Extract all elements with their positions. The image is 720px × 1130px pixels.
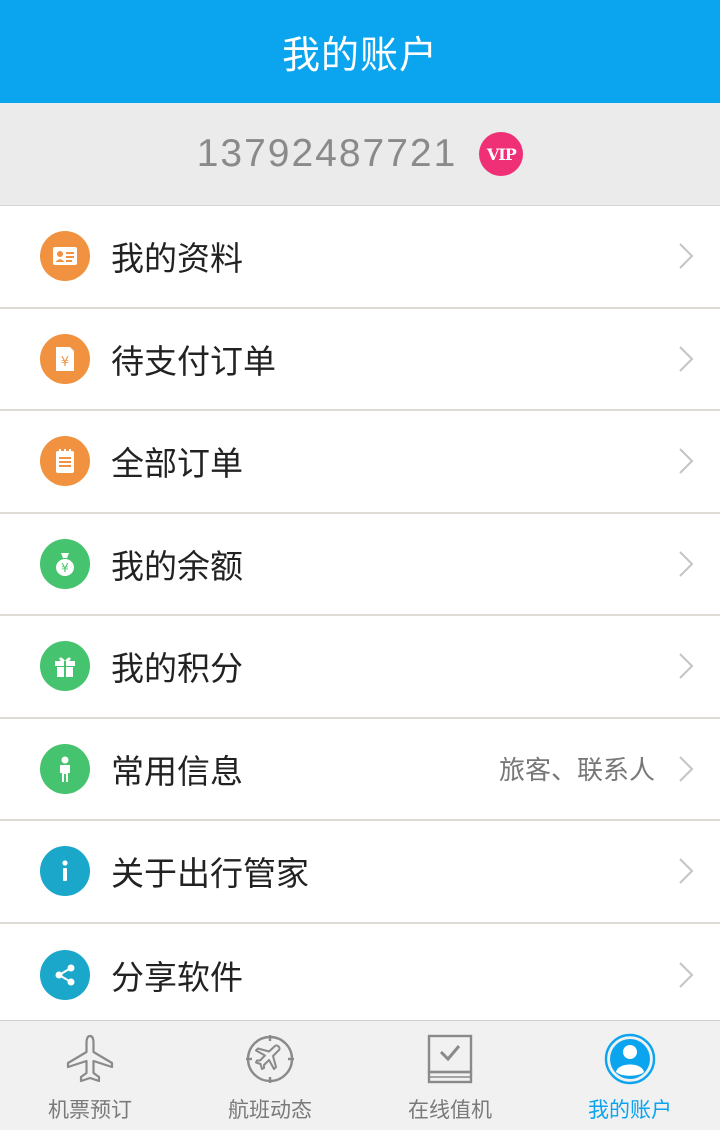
menu-label: 全部订单 — [111, 444, 243, 484]
chevron-right-icon — [679, 756, 694, 782]
chevron-right-icon — [679, 243, 694, 269]
chevron-right-icon — [679, 448, 694, 474]
chevron-right-icon — [679, 346, 694, 372]
chevron-right-icon — [679, 962, 694, 988]
chevron-right-icon — [679, 858, 694, 884]
menu-item-share[interactable]: 分享软件 — [0, 923, 720, 1026]
bottom-tab-bar: 机票预订 航班动态 在线值机 我的账户 — [0, 1020, 720, 1130]
menu-item-unpaid-orders[interactable]: ¥ 待支付订单 — [0, 308, 720, 411]
unpaid-bill-icon: ¥ — [40, 333, 90, 384]
account-phone: 13792487721 — [196, 132, 458, 175]
menu-item-points[interactable]: 我的积分 — [0, 616, 720, 719]
tab-label: 航班动态 — [228, 1098, 312, 1122]
chevron-right-icon — [679, 551, 694, 577]
tab-online-checkin[interactable]: 在线值机 — [360, 1021, 540, 1130]
tab-label: 我的账户 — [588, 1098, 672, 1122]
info-icon — [40, 846, 90, 897]
flight-compass-icon — [246, 1035, 294, 1083]
checkin-icon — [427, 1034, 473, 1084]
header: 我的账户 — [0, 0, 720, 103]
menu-item-about[interactable]: 关于出行管家 — [0, 821, 720, 924]
tab-label: 在线值机 — [408, 1098, 492, 1122]
profile-card-icon — [40, 231, 90, 282]
chevron-right-icon — [679, 653, 694, 679]
svg-text:¥: ¥ — [61, 561, 69, 575]
menu-label: 待支付订单 — [111, 341, 276, 381]
plane-icon — [66, 1034, 114, 1083]
page-title: 我的账户 — [281, 33, 438, 77]
vip-badge: VIP — [479, 132, 524, 176]
account-icon — [604, 1033, 656, 1085]
menu-label: 关于出行管家 — [111, 854, 309, 894]
gift-icon — [40, 641, 90, 692]
menu-label: 我的积分 — [111, 649, 243, 689]
person-icon — [40, 743, 90, 794]
order-list-icon — [40, 436, 90, 487]
tab-label: 机票预订 — [48, 1098, 132, 1122]
menu-label: 我的余额 — [111, 546, 243, 586]
svg-text:¥: ¥ — [61, 355, 69, 370]
menu-item-all-orders[interactable]: 全部订单 — [0, 411, 720, 514]
menu-item-common-info[interactable]: 常用信息 旅客、联系人 — [0, 718, 720, 821]
menu-label: 我的资料 — [111, 239, 243, 279]
share-icon — [40, 949, 90, 1000]
menu-label: 常用信息 — [111, 751, 243, 791]
menu-subtitle: 旅客、联系人 — [498, 756, 655, 787]
tab-my-account[interactable]: 我的账户 — [540, 1021, 720, 1130]
tab-flight-booking[interactable]: 机票预订 — [0, 1021, 180, 1130]
menu-label: 分享软件 — [111, 957, 243, 997]
menu-item-profile[interactable]: 我的资料 — [0, 206, 720, 309]
account-menu: 我的资料 ¥ 待支付订单 全部订单 ¥ 我的余额 我的积分 常用信息 旅客、联系… — [0, 206, 720, 1026]
account-bar: 13792487721 VIP — [0, 103, 720, 206]
menu-item-balance[interactable]: ¥ 我的余额 — [0, 513, 720, 616]
tab-flight-status[interactable]: 航班动态 — [180, 1021, 360, 1130]
money-bag-icon: ¥ — [40, 538, 90, 589]
